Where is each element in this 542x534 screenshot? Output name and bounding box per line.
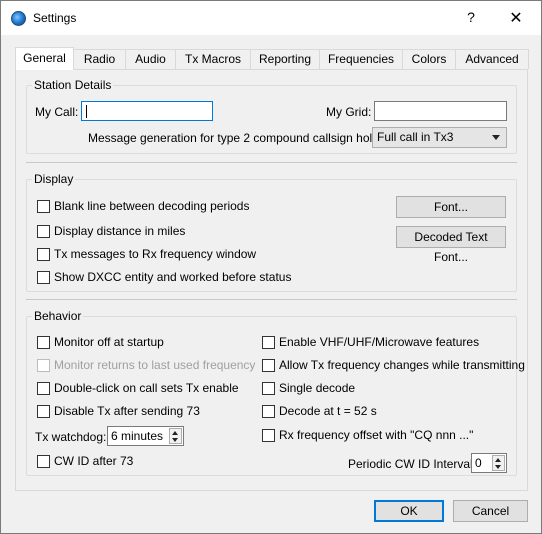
behavior-title: Behavior [32, 309, 84, 323]
font-button[interactable]: Font... [396, 196, 506, 218]
general-tab-panel: Station Details My Call: My Grid: Messag… [15, 69, 528, 491]
decode-at-52-checkbox[interactable] [262, 405, 275, 418]
disable-tx-checkbox[interactable] [37, 405, 50, 418]
monitor-off-label: Monitor off at startup [54, 335, 164, 349]
distance-miles-label: Display distance in miles [54, 224, 186, 238]
decoded-text-font-button[interactable]: Decoded Text Font... [396, 226, 506, 264]
my-grid-input[interactable] [374, 101, 507, 121]
tx-to-rx-label: Tx messages to Rx frequency window [54, 247, 257, 261]
station-details-title: Station Details [32, 78, 114, 92]
tx-to-rx-checkbox[interactable] [37, 248, 50, 261]
display-group: Display Blank line between decoding peri… [26, 172, 517, 292]
single-decode-checkbox[interactable] [262, 382, 275, 395]
rx-offset-checkbox[interactable] [262, 429, 275, 442]
spin-up-icon[interactable] [495, 458, 501, 462]
title-bar: Settings ? ✕ [1, 1, 541, 35]
vhf-features-checkbox[interactable] [262, 336, 275, 349]
spin-down-icon[interactable] [495, 465, 501, 469]
station-details-group: Station Details My Call: My Grid: Messag… [26, 78, 517, 154]
display-title: Display [32, 172, 76, 186]
double-click-checkbox[interactable] [37, 382, 50, 395]
periodic-cw-label: Periodic CW ID Interval: [348, 457, 477, 471]
close-button[interactable]: ✕ [504, 8, 528, 28]
single-decode-label: Single decode [279, 381, 356, 395]
text-caret [86, 105, 87, 118]
allow-tx-freq-label: Allow Tx frequency changes while transmi… [279, 358, 525, 372]
spin-up-icon[interactable] [172, 431, 178, 435]
behavior-group: Behavior Monitor off at startup Monitor … [26, 309, 525, 476]
allow-tx-freq-checkbox[interactable] [262, 359, 275, 372]
distance-miles-checkbox[interactable] [37, 225, 50, 238]
dxcc-checkbox[interactable] [37, 271, 50, 284]
double-click-label: Double-click on call sets Tx enable [54, 381, 239, 395]
window-title: Settings [33, 11, 77, 25]
help-button[interactable]: ? [459, 9, 483, 25]
settings-window: Settings ? ✕ General Radio Audio Tx Macr… [0, 0, 542, 534]
cancel-button[interactable]: Cancel [453, 500, 528, 522]
tx-watchdog-value: 6 minutes [111, 429, 164, 443]
cw-id-label: CW ID after 73 [54, 454, 134, 468]
monitor-returns-checkbox[interactable] [37, 359, 50, 372]
msg-gen-label: Message generation for type 2 compound c… [88, 131, 399, 145]
periodic-cw-value: 0 [475, 456, 482, 470]
cw-id-checkbox[interactable] [37, 455, 50, 468]
decode-at-52-label: Decode at t = 52 s [279, 404, 377, 418]
disable-tx-label: Disable Tx after sending 73 [54, 404, 200, 418]
blank-line-checkbox[interactable] [37, 200, 50, 213]
rx-offset-label: Rx frequency offset with "CQ nnn ..." [279, 428, 474, 442]
chevron-down-icon [492, 135, 500, 140]
monitor-off-checkbox[interactable] [37, 336, 50, 349]
app-globe-icon [11, 11, 26, 26]
tx-watchdog-label: Tx watchdog: [35, 430, 107, 444]
monitor-returns-label: Monitor returns to last used frequency [54, 358, 256, 372]
msg-gen-value: Full call in Tx3 [377, 130, 454, 144]
blank-line-label: Blank line between decoding periods [54, 199, 250, 213]
spin-buttons[interactable] [492, 455, 505, 471]
msg-gen-select[interactable]: Full call in Tx3 [372, 127, 507, 148]
tab-advanced[interactable]: Advanced [455, 49, 529, 69]
my-call-input[interactable] [81, 101, 213, 121]
dxcc-label: Show DXCC entity and worked before statu… [54, 270, 292, 284]
tx-watchdog-spinbox[interactable]: 6 minutes [107, 426, 184, 446]
tab-audio[interactable]: Audio [125, 49, 176, 69]
divider [26, 299, 517, 300]
spin-down-icon[interactable] [172, 438, 178, 442]
periodic-cw-spinbox[interactable]: 0 [471, 453, 507, 473]
divider [26, 162, 517, 163]
ok-button[interactable]: OK [374, 500, 444, 522]
vhf-features-label: Enable VHF/UHF/Microwave features [279, 335, 480, 349]
tab-general[interactable]: General [15, 47, 74, 70]
tab-colors[interactable]: Colors [402, 49, 456, 69]
tab-tx-macros[interactable]: Tx Macros [175, 49, 251, 69]
tab-reporting[interactable]: Reporting [250, 49, 320, 69]
my-call-label: My Call: [35, 105, 79, 119]
tab-radio[interactable]: Radio [73, 49, 126, 69]
tab-frequencies[interactable]: Frequencies [319, 49, 403, 69]
my-grid-label: My Grid: [326, 105, 372, 119]
spin-buttons[interactable] [169, 428, 182, 444]
